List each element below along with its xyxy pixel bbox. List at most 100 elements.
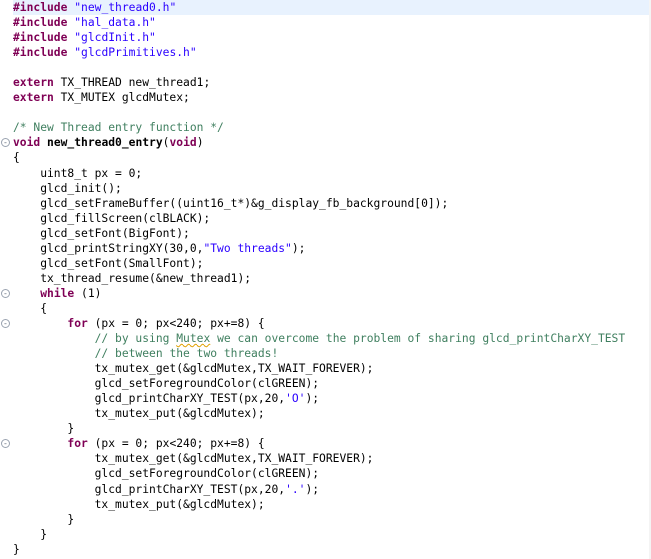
code-token: Mutex	[176, 332, 211, 346]
code-token: (px = 0; px<240; px+=8) {	[87, 316, 265, 330]
code-token: void	[13, 136, 41, 150]
code-line[interactable]: {	[13, 301, 651, 316]
code-line[interactable]: extern TX_MUTEX glcdMutex;	[13, 90, 651, 105]
code-token: #include	[13, 1, 68, 14]
code-token: }	[13, 527, 48, 541]
code-line[interactable]: glcd_printStringXY(30,0,"Two threads");	[13, 241, 651, 256]
code-line[interactable]: // between the two threads!	[13, 346, 651, 361]
code-token: "glcdPrimitives.h"	[74, 46, 197, 60]
code-token: tx_mutex_get(&glcdMutex,TX_WAIT_FOREVER)…	[13, 362, 374, 376]
code-token: #include	[13, 31, 68, 45]
code-line[interactable]: tx_thread_resume(&new_thread1);	[13, 271, 651, 286]
code-token: // by using	[94, 332, 177, 346]
code-line[interactable]: glcd_fillScreen(clBLACK);	[13, 211, 651, 226]
code-line[interactable]: glcd_setFont(BigFont);	[13, 226, 651, 241]
fold-toggle-icon[interactable]: -	[1, 319, 10, 329]
code-line[interactable]	[13, 60, 651, 75]
code-token: glcd_setFont(SmallFont);	[13, 256, 204, 270]
code-line[interactable]: // by using Mutex we can overcome the pr…	[13, 331, 651, 346]
code-line[interactable]: glcd_setFrameBuffer((uint16_t*)&g_displa…	[13, 196, 651, 211]
code-line[interactable]	[13, 105, 651, 120]
code-line[interactable]: }	[13, 527, 651, 542]
code-line[interactable]: glcd_init();	[13, 181, 651, 196]
code-line[interactable]: glcd_setForegroundColor(clGREEN);	[13, 376, 651, 391]
code-token: extern	[13, 76, 54, 90]
code-token: );	[291, 241, 306, 255]
code-token: "Two threads"	[203, 241, 292, 255]
code-token: TX_THREAD new_thread1;	[53, 76, 211, 90]
code-token: /* New Thread entry function */	[13, 121, 224, 135]
code-token: glcd_setFont(BigFont);	[13, 226, 190, 240]
code-token: glcd_printStringXY(30,0,	[13, 241, 204, 255]
code-line[interactable]: #include "new_thread0.h"	[13, 0, 651, 16]
code-line[interactable]: tx_mutex_put(&glcdMutex);	[13, 406, 651, 421]
code-token: }	[13, 512, 75, 526]
code-token: "hal_data.h"	[74, 16, 156, 30]
code-line[interactable]: }	[13, 542, 651, 557]
code-line[interactable]: #include "glcdInit.h"	[13, 30, 651, 45]
code-token: (1)	[74, 286, 102, 300]
code-token: glcd_printCharXY_TEST(px,20,	[13, 392, 286, 406]
code-token: tx_mutex_put(&glcdMutex);	[13, 407, 265, 421]
code-token: {	[13, 301, 48, 315]
code-line[interactable]: tx_mutex_get(&glcdMutex,TX_WAIT_FOREVER)…	[13, 451, 651, 466]
code-token: we can overcome the problem of sharing g…	[210, 332, 626, 346]
code-line[interactable]: }	[13, 512, 651, 527]
code-token: tx_thread_resume(&new_thread1);	[13, 271, 252, 285]
code-line[interactable]: glcd_setFont(SmallFont);	[13, 256, 651, 271]
code-token: void	[169, 136, 197, 150]
code-token: 'O'	[285, 392, 306, 406]
code-token: tx_mutex_get(&glcdMutex,TX_WAIT_FOREVER)…	[13, 452, 374, 466]
code-token: for	[67, 316, 88, 330]
code-token: }	[13, 422, 75, 436]
code-token: glcd_printCharXY_TEST(px,20,	[13, 482, 286, 496]
code-token: "glcdInit.h"	[74, 31, 156, 45]
fold-toggle-icon[interactable]: -	[1, 288, 10, 298]
code-line[interactable]: /* New Thread entry function */	[13, 120, 651, 135]
editor-gutter[interactable]: - - - -	[0, 0, 12, 559]
code-line[interactable]: extern TX_THREAD new_thread1;	[13, 75, 651, 90]
code-editor[interactable]: #include "new_thread0.h" #include "hal_da…	[13, 0, 651, 557]
code-line[interactable]: tx_mutex_put(&glcdMutex);	[13, 497, 651, 512]
code-token: glcd_setForegroundColor(clGREEN);	[13, 377, 320, 391]
code-line[interactable]: }	[13, 421, 651, 436]
code-token: }	[13, 542, 20, 556]
code-token: for	[67, 437, 88, 451]
code-token: #include	[13, 46, 68, 60]
code-token: tx_mutex_put(&glcdMutex);	[13, 497, 265, 511]
code-token: extern	[13, 91, 54, 105]
code-token: TX_MUTEX glcdMutex;	[53, 91, 190, 105]
code-token: {	[13, 151, 20, 165]
code-token: while	[40, 286, 75, 300]
code-token: '.'	[285, 482, 306, 496]
code-token: "new_thread0.h"	[74, 1, 177, 14]
code-line[interactable]: glcd_printCharXY_TEST(px,20,'.');	[13, 482, 651, 497]
code-line[interactable]: for (px = 0; px<240; px+=8) {	[13, 316, 651, 331]
code-token: glcd_setFrameBuffer((uint16_t*)&g_displa…	[13, 196, 449, 210]
code-token: );	[305, 482, 320, 496]
code-line[interactable]: #include "glcdPrimitives.h"	[13, 45, 651, 60]
code-line[interactable]: #include "hal_data.h"	[13, 15, 651, 30]
code-line[interactable]: {	[13, 150, 651, 165]
code-token: #include	[13, 16, 68, 30]
code-line[interactable]: uint8_t px = 0;	[13, 166, 651, 181]
code-token: (px = 0; px<240; px+=8) {	[87, 437, 265, 451]
fold-toggle-icon[interactable]: -	[1, 439, 10, 449]
code-token: );	[305, 392, 320, 406]
code-line[interactable]: while (1)	[13, 286, 651, 301]
code-token: uint8_t px = 0;	[13, 166, 143, 180]
code-line[interactable]: for (px = 0; px<240; px+=8) {	[13, 436, 651, 451]
code-line[interactable]: glcd_setForegroundColor(clGREEN);	[13, 466, 651, 481]
code-line[interactable]: tx_mutex_get(&glcdMutex,TX_WAIT_FOREVER)…	[13, 361, 651, 376]
code-line[interactable]: void new_thread0_entry(void)	[13, 135, 651, 150]
fold-toggle-icon[interactable]: -	[1, 138, 10, 148]
code-token: glcd_setForegroundColor(clGREEN);	[13, 467, 320, 481]
code-line[interactable]: glcd_printCharXY_TEST(px,20,'O');	[13, 391, 651, 406]
code-token: )	[196, 136, 204, 150]
